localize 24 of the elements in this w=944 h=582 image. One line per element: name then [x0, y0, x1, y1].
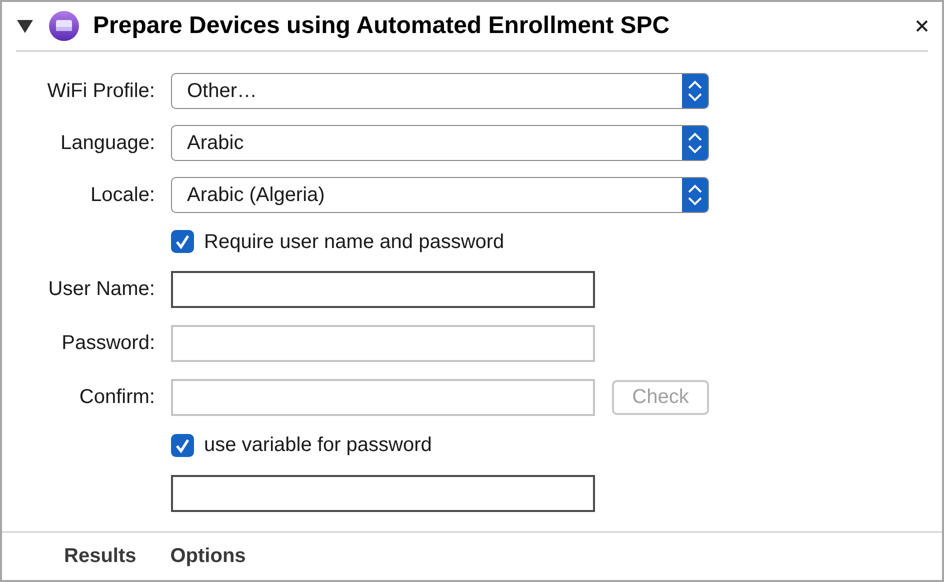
popup-button[interactable]: Arabic	[171, 125, 709, 161]
stepper-arrows-icon	[682, 178, 708, 212]
tab[interactable]: Results	[64, 541, 136, 571]
disclosure-triangle-icon[interactable]	[16, 18, 34, 34]
action-title: Prepare Devices using Automated Enrollment SPC	[93, 11, 670, 41]
field-label: WiFi Profile:	[47, 80, 155, 102]
field-label: Language:	[60, 132, 155, 154]
field-label: Locale:	[90, 184, 155, 206]
stepper-arrows-icon	[682, 74, 708, 108]
checkbox[interactable]	[171, 230, 194, 253]
text-field[interactable]	[171, 270, 595, 308]
field-label: Confirm:	[79, 386, 155, 408]
checkbox-label: use variable for password	[204, 433, 432, 458]
popup-button[interactable]: Arabic (Algeria)	[171, 177, 709, 213]
stepper-arrows-icon	[682, 126, 708, 160]
checkbox[interactable]	[171, 434, 194, 456]
popup-button[interactable]: Other…	[171, 73, 709, 109]
checkbox-label: Require user name and password	[204, 230, 504, 254]
field-label: User Name:	[48, 278, 155, 300]
tab[interactable]: Options	[170, 541, 246, 571]
close-icon[interactable]	[916, 20, 928, 32]
text-field[interactable]	[171, 474, 595, 512]
field-label: Password:	[62, 332, 155, 354]
app-icon	[48, 10, 80, 42]
